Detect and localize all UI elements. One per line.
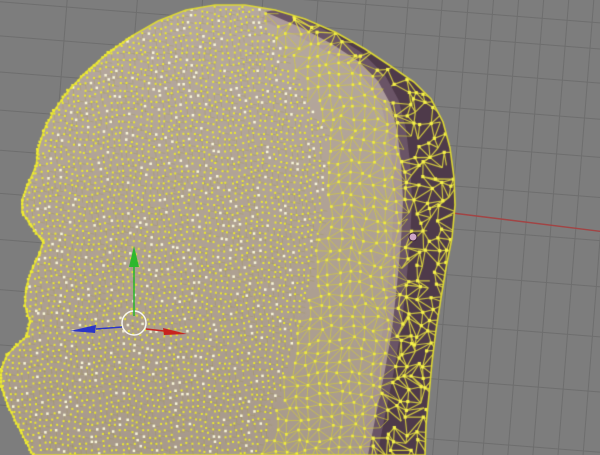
object-center-dot[interactable] bbox=[408, 232, 418, 242]
gizmo-arrow-right[interactable] bbox=[145, 328, 187, 335]
overlay-layer bbox=[70, 232, 418, 336]
viewport-3d[interactable] bbox=[0, 0, 600, 455]
translate-gizmo bbox=[70, 246, 187, 336]
gizmo-arrow-up[interactable] bbox=[129, 246, 139, 316]
gizmo-arrow-left[interactable] bbox=[70, 325, 123, 333]
